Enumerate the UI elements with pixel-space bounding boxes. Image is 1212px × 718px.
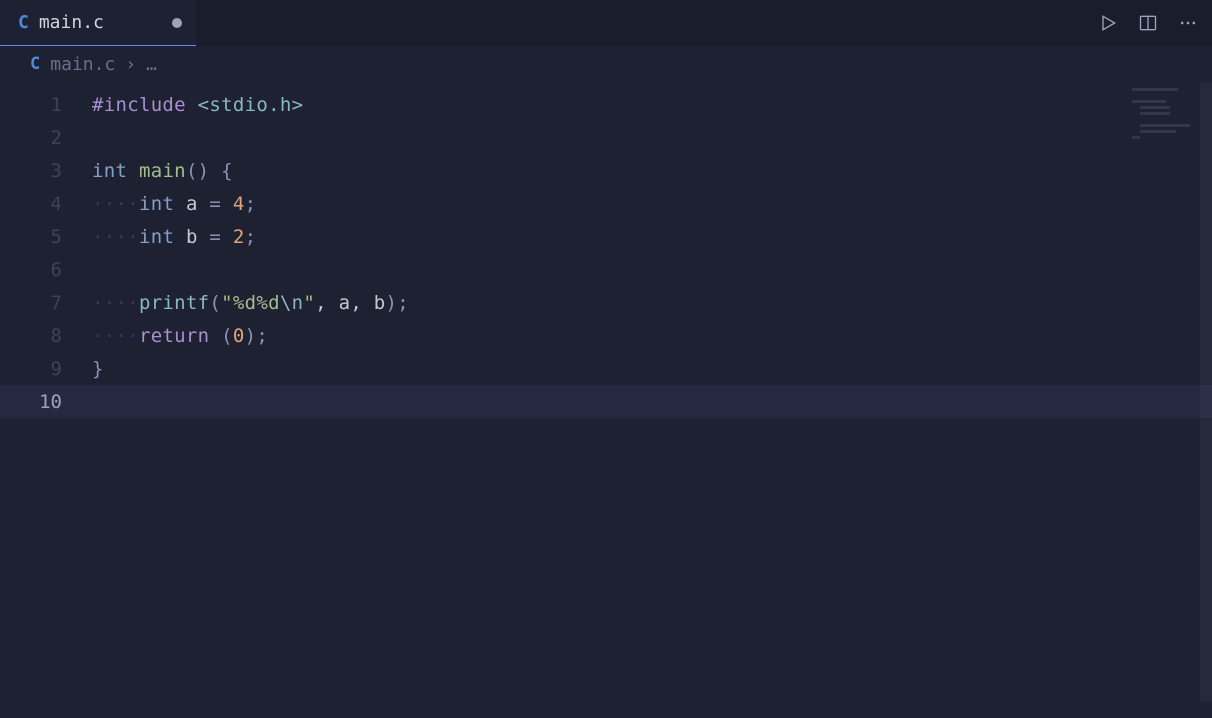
code-editor[interactable]: 1#include <stdio.h>23int main() {4····in… — [0, 82, 1212, 418]
code-content: int main() { — [92, 160, 1212, 182]
code-line[interactable]: 9} — [0, 352, 1212, 385]
breadcrumb[interactable]: C main.c › … — [0, 46, 1212, 82]
editor-tab-main-c[interactable]: C main.c — [0, 0, 196, 46]
line-number: 4 — [0, 193, 92, 215]
code-line[interactable]: 5····int b = 2; — [0, 220, 1212, 253]
code-line[interactable]: 8····return (0); — [0, 319, 1212, 352]
code-line[interactable]: 7····printf("%d%d\n", a, b); — [0, 286, 1212, 319]
chevron-right-icon: › — [125, 54, 136, 75]
line-number: 10 — [0, 391, 92, 413]
code-content: ····int a = 4; — [92, 193, 1212, 215]
c-language-icon: C — [18, 12, 29, 33]
tab-filename: main.c — [39, 12, 104, 33]
code-content: ····int b = 2; — [92, 226, 1212, 248]
tab-bar: C main.c — [0, 0, 1212, 46]
line-number: 2 — [0, 127, 92, 149]
split-editor-icon[interactable] — [1136, 11, 1160, 35]
code-line[interactable]: 2 — [0, 121, 1212, 154]
code-line[interactable]: 4····int a = 4; — [0, 187, 1212, 220]
line-number: 3 — [0, 160, 92, 182]
code-content: ····printf("%d%d\n", a, b); — [92, 292, 1212, 314]
line-number: 7 — [0, 292, 92, 314]
more-actions-icon[interactable] — [1176, 11, 1200, 35]
unsaved-dot-icon[interactable] — [172, 18, 182, 28]
line-number: 9 — [0, 358, 92, 380]
code-content: #include <stdio.h> — [92, 94, 1212, 116]
code-content: } — [92, 358, 1212, 380]
breadcrumb-more: … — [146, 54, 157, 75]
breadcrumb-filename: main.c — [50, 54, 115, 75]
code-line[interactable]: 6 — [0, 253, 1212, 286]
line-number: 1 — [0, 94, 92, 116]
code-line[interactable]: 3int main() { — [0, 154, 1212, 187]
c-language-icon: C — [30, 54, 40, 74]
line-number: 8 — [0, 325, 92, 347]
line-number: 5 — [0, 226, 92, 248]
code-line[interactable]: 1#include <stdio.h> — [0, 88, 1212, 121]
line-number: 6 — [0, 259, 92, 281]
vertical-scrollbar[interactable] — [1200, 82, 1212, 702]
run-icon[interactable] — [1096, 11, 1120, 35]
code-line[interactable]: 10 — [0, 385, 1212, 418]
code-content: ····return (0); — [92, 325, 1212, 347]
editor-title-actions — [1096, 0, 1200, 46]
